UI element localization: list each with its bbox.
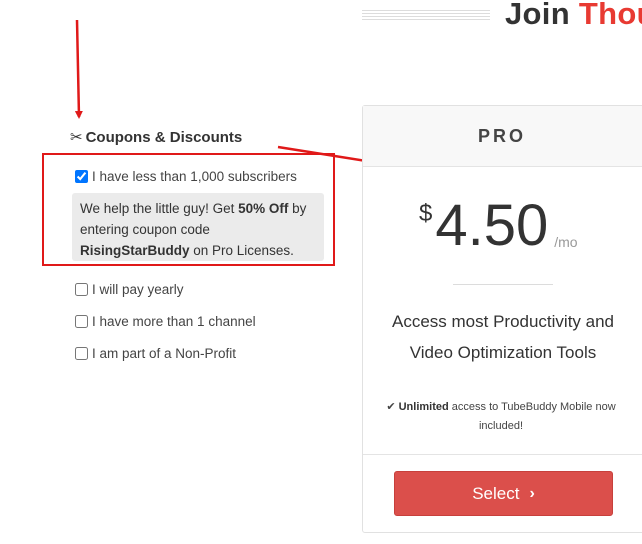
feature-bold: Unlimited (398, 401, 449, 413)
annotation-arrow-down (74, 19, 83, 119)
card-header: PRO (363, 106, 642, 167)
card-footer-divider (363, 454, 642, 455)
price-period: /mo (554, 234, 578, 250)
chevron-right-icon: › (529, 484, 535, 502)
plan-price: $ 4.50 /mo (419, 194, 578, 258)
plan-description: Access most Productivity and Video Optim… (391, 312, 615, 362)
price-amount: 4.50 (435, 193, 549, 258)
plan-feature: ✔ Unlimited access to TubeBuddy Mobile n… (381, 398, 621, 436)
checkmark-icon: ✔ (386, 401, 396, 413)
price-divider (453, 284, 553, 285)
feature-text: access to TubeBuddy Mobile now included! (448, 401, 616, 432)
plan-name: PRO (477, 125, 526, 146)
select-button[interactable]: Select › (394, 471, 613, 516)
pricing-card-pro: PRO $ 4.50 /mo Access most Productivity … (362, 105, 642, 533)
select-label: Select (472, 483, 520, 503)
price-currency: $ (419, 200, 433, 227)
